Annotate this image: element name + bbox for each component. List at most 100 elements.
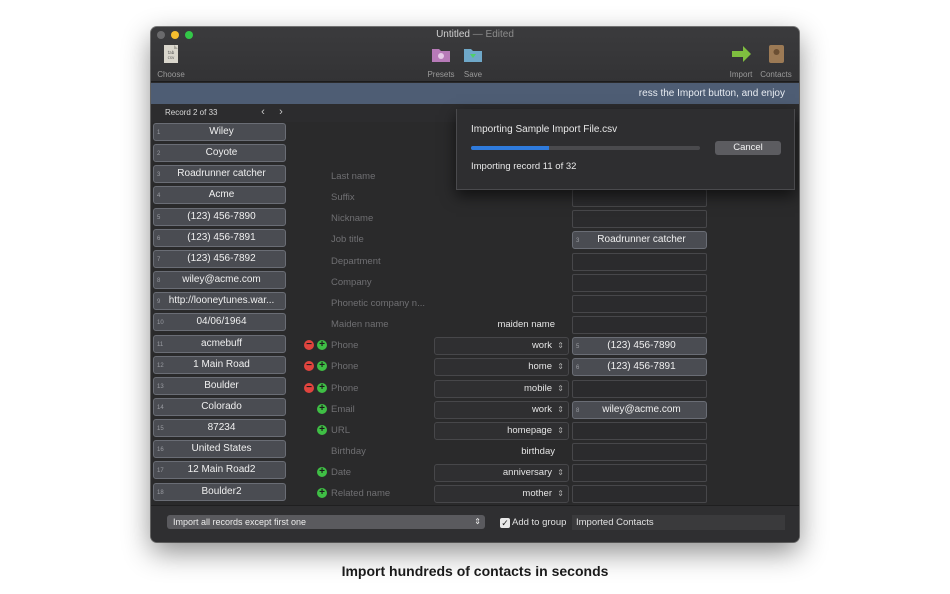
- label-type-select[interactable]: homepage ⇕: [434, 421, 569, 440]
- source-field[interactable]: 15 87234: [153, 419, 286, 438]
- field-number: 18: [157, 489, 164, 496]
- label-type-value: anniversary: [502, 467, 552, 479]
- remove-row-icon[interactable]: −: [304, 361, 314, 372]
- field-number: 8: [157, 278, 161, 285]
- field-value: 1 Main Road: [193, 358, 250, 370]
- label-type-select[interactable]: anniversary ⇕: [434, 464, 569, 483]
- field-value: (123) 456-7890: [187, 210, 256, 222]
- mapping-drop-target[interactable]: [572, 485, 707, 504]
- field-number: 3: [157, 172, 161, 179]
- add-row-icon[interactable]: +: [317, 340, 327, 351]
- cancel-button[interactable]: Cancel: [715, 141, 781, 155]
- mapping-drop-target[interactable]: [572, 421, 707, 440]
- mapped-field[interactable]: 3 Roadrunner catcher: [572, 231, 707, 250]
- label-type-value: work: [531, 340, 552, 352]
- source-field[interactable]: 12 1 Main Road: [153, 355, 286, 374]
- field-value: Wiley: [209, 126, 234, 137]
- source-field[interactable]: 3 Roadrunner catcher: [153, 165, 286, 184]
- mapping-drop-target[interactable]: [572, 210, 707, 229]
- contact-field-label: Company: [331, 276, 372, 288]
- mapping-drop-target[interactable]: [572, 189, 707, 208]
- label-type-value: mobile: [524, 382, 552, 394]
- field-value: Roadrunner catcher: [177, 168, 266, 180]
- source-field[interactable]: 1 Wiley: [153, 123, 286, 141]
- source-field[interactable]: 9 http://looneytunes.war...: [153, 292, 286, 311]
- choose-button[interactable]: tab csv Choose: [151, 44, 191, 79]
- mapped-field[interactable]: 5 (123) 456-7890: [572, 337, 707, 356]
- field-value: 04/06/1964: [196, 316, 247, 328]
- contact-field-label: URL: [331, 424, 351, 436]
- add-row-icon[interactable]: +: [317, 361, 327, 372]
- mapping-drop-target[interactable]: [572, 379, 707, 398]
- title-bar: Untitled — Edited tab csv Choose Presets…: [151, 27, 799, 82]
- contact-field-label: Related name: [331, 488, 391, 500]
- contact-field-label: Last name: [331, 171, 376, 182]
- source-field[interactable]: 5 (123) 456-7890: [153, 207, 286, 226]
- source-field[interactable]: 13 Boulder: [153, 376, 286, 395]
- label-type-value: home: [528, 361, 552, 373]
- add-to-group-checkbox[interactable]: ✓: [500, 518, 510, 528]
- import-progress-bar: [471, 146, 700, 150]
- source-field[interactable]: 7 (123) 456-7892: [153, 249, 286, 268]
- contacts-button[interactable]: Contacts: [756, 44, 796, 79]
- remove-row-icon[interactable]: −: [304, 382, 314, 393]
- save-button[interactable]: Save: [453, 44, 493, 79]
- import-progress-sheet: Importing Sample Import File.csv Importi…: [456, 109, 795, 190]
- add-row-icon[interactable]: +: [317, 424, 327, 435]
- source-field[interactable]: 8 wiley@acme.com: [153, 271, 286, 290]
- field-value: wiley@acme.com: [182, 274, 261, 286]
- arrow-right-icon: [732, 46, 751, 62]
- field-number: 1: [157, 130, 161, 136]
- record-counter: Record 2 of 33: [165, 108, 218, 117]
- field-number: 11: [157, 341, 164, 348]
- next-record-button[interactable]: ›: [275, 106, 287, 118]
- mapping-drop-target[interactable]: [572, 316, 707, 335]
- source-field[interactable]: 4 Acme: [153, 186, 286, 205]
- mapping-drop-target[interactable]: [572, 252, 707, 271]
- contact-field-label: Department: [331, 255, 381, 267]
- mapped-field[interactable]: 6 (123) 456-7891: [572, 358, 707, 377]
- source-field[interactable]: 18 Boulder2: [153, 482, 286, 501]
- label-type-select[interactable]: work ⇕: [434, 337, 569, 356]
- mapped-field[interactable]: 8 wiley@acme.com: [572, 400, 707, 419]
- mapping-drop-target[interactable]: [572, 273, 707, 292]
- source-field[interactable]: 17 12 Main Road2: [153, 461, 286, 480]
- remove-row-icon[interactable]: −: [304, 340, 314, 351]
- import-button[interactable]: Import: [721, 44, 761, 79]
- group-name-field[interactable]: Imported Contacts: [572, 515, 785, 530]
- previous-record-button[interactable]: ‹: [257, 106, 269, 118]
- source-field[interactable]: 6 (123) 456-7891: [153, 228, 286, 247]
- promo-caption: Import hundreds of contacts in seconds: [341, 563, 609, 579]
- chevron-updown-icon: ⇕: [474, 517, 481, 526]
- add-row-icon[interactable]: +: [317, 403, 327, 414]
- source-field[interactable]: 2 Coyote: [153, 144, 286, 163]
- label-type-select[interactable]: mother ⇕: [434, 485, 569, 504]
- add-row-icon[interactable]: +: [317, 488, 327, 499]
- contact-field-label: Phone: [331, 382, 359, 394]
- contact-field-label: Job title: [331, 234, 364, 246]
- field-number: 6: [576, 365, 580, 372]
- svg-text:csv: csv: [168, 55, 175, 60]
- label-type-select[interactable]: mobile ⇕: [434, 379, 569, 398]
- add-row-icon[interactable]: +: [317, 382, 327, 393]
- importer-window: Untitled — Edited tab csv Choose Presets…: [151, 27, 799, 542]
- chevron-updown-icon: ⇕: [557, 341, 564, 351]
- mapping-drop-target[interactable]: [572, 294, 707, 313]
- import-option-select[interactable]: Import all records except first one ⇕: [167, 515, 485, 529]
- chevron-updown-icon: ⇕: [557, 362, 564, 372]
- source-field[interactable]: 10 04/06/1964: [153, 313, 286, 332]
- mapping-drop-target[interactable]: [572, 442, 707, 461]
- add-row-icon[interactable]: +: [317, 467, 327, 478]
- mapping-drop-target[interactable]: [572, 464, 707, 483]
- field-value: acmebuff: [201, 337, 242, 349]
- import-status: Importing record 11 of 32: [471, 161, 577, 172]
- field-value: http://looneytunes.war...: [168, 295, 275, 307]
- source-field[interactable]: 14 Colorado: [153, 397, 286, 416]
- field-value: (123) 456-7891: [187, 231, 256, 243]
- label-type-select[interactable]: home ⇕: [434, 358, 569, 377]
- source-field[interactable]: 11 acmebuff: [153, 334, 286, 353]
- field-value: 87234: [207, 422, 236, 434]
- label-type-select[interactable]: work ⇕: [434, 400, 569, 419]
- sheet-title: Importing Sample Import File.csv: [471, 124, 618, 135]
- source-field[interactable]: 16 United States: [153, 440, 286, 459]
